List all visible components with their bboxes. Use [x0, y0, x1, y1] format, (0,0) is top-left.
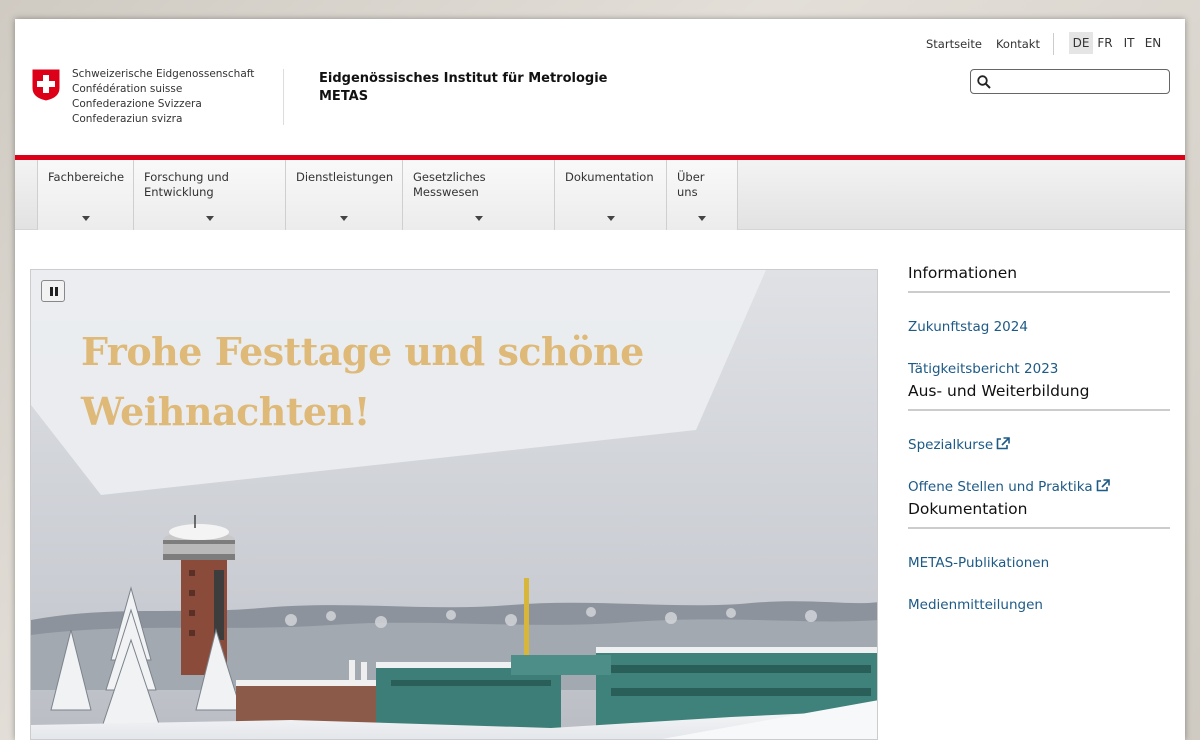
link-zukunftstag[interactable]: Zukunftstag 2024	[908, 306, 1170, 348]
nav-label: Forschung und Entwicklung	[144, 170, 229, 199]
nav-item-fachbereiche[interactable]: Fachbereiche	[37, 160, 133, 230]
link-label: METAS-Publikationen	[908, 555, 1050, 571]
external-link-icon	[996, 437, 1010, 450]
link-label: Medienmitteilungen	[908, 597, 1043, 613]
main-navigation: Fachbereiche Forschung und Entwicklung D…	[15, 160, 1185, 230]
link-label: Spezialkurse	[908, 437, 994, 453]
institute-title[interactable]: Eidgenössisches Institut für Metrologie …	[319, 70, 608, 106]
pause-button[interactable]	[41, 280, 65, 302]
swiss-cross-logo-icon[interactable]	[30, 68, 62, 102]
sidebar-section-informationen: Informationen Zukunftstag 2024 Tätigkeit…	[908, 264, 1170, 390]
section-title: Aus- und Weiterbildung	[908, 382, 1170, 411]
external-link-icon	[1096, 479, 1110, 492]
caret-down-icon	[698, 216, 706, 221]
link-label: Tätigkeitsbericht 2023	[908, 361, 1059, 377]
lang-fr[interactable]: FR	[1093, 32, 1117, 54]
nav-item-ueber-uns[interactable]: Über uns	[666, 160, 738, 230]
search-input[interactable]	[995, 72, 1165, 91]
kontakt-link[interactable]: Kontakt	[996, 37, 1040, 51]
search-icon	[977, 75, 991, 89]
startseite-link[interactable]: Startseite	[926, 37, 982, 51]
caret-down-icon	[81, 216, 90, 221]
link-metas-publikationen[interactable]: METAS-Publikationen	[908, 542, 1170, 584]
nav-item-forschung[interactable]: Forschung und Entwicklung	[133, 160, 285, 230]
lang-de[interactable]: DE	[1069, 32, 1093, 54]
nav-label: Fachbereiche	[48, 170, 125, 184]
link-label: Zukunftstag 2024	[908, 319, 1028, 335]
link-medienmitteilungen[interactable]: Medienmitteilungen	[908, 584, 1170, 626]
header-divider	[283, 69, 284, 125]
nav-item-dokumentation[interactable]: Dokumentation	[554, 160, 666, 230]
lang-it[interactable]: IT	[1117, 32, 1141, 54]
caret-down-icon	[606, 216, 615, 221]
nav-item-dienstleistungen[interactable]: Dienstleistungen	[285, 160, 402, 230]
nav-label: Dienstleistungen	[296, 170, 394, 184]
page: Schweizerische Eidgenossenschaft Confédé…	[15, 19, 1185, 740]
hero-headline: Frohe Festtage und schöne Weihnachten!	[81, 329, 644, 434]
confed-line-de: Schweizerische Eidgenossenschaft	[72, 68, 255, 80]
nav-label: Dokumentation	[565, 170, 654, 184]
institute-abbr: METAS	[319, 89, 369, 104]
link-spezialkurse[interactable]: Spezialkurse	[908, 424, 1170, 466]
caret-down-icon	[474, 216, 483, 221]
confed-line-rm: Confederaziun svizra	[72, 113, 183, 125]
search-box[interactable]	[970, 69, 1170, 94]
lang-en[interactable]: EN	[1141, 32, 1165, 54]
nav-label: Über uns	[677, 170, 705, 199]
caret-down-icon	[340, 216, 348, 221]
institute-name: Eidgenössisches Institut für Metrologie	[319, 71, 608, 86]
sidebar: Informationen Zukunftstag 2024 Tätigkeit…	[908, 264, 1170, 626]
confed-line-it: Confederazione Svizzera	[72, 98, 202, 110]
section-title: Informationen	[908, 264, 1170, 293]
confederation-names[interactable]: Schweizerische Eidgenossenschaft Confédé…	[72, 67, 254, 127]
caret-down-icon	[205, 216, 214, 221]
link-label: Offene Stellen und Praktika	[908, 479, 1093, 495]
sidebar-section-aus-und-weiterbildung: Aus- und Weiterbildung Spezialkurse Offe…	[908, 382, 1170, 508]
nav-label: Gesetzliches Messwesen	[413, 170, 486, 199]
language-divider	[1053, 33, 1054, 55]
nav-item-gesetzliches-messwesen[interactable]: Gesetzliches Messwesen	[402, 160, 554, 230]
confed-line-fr: Confédération suisse	[72, 83, 183, 95]
sidebar-section-dokumentation: Dokumentation METAS-Publikationen Medien…	[908, 500, 1170, 626]
hero-slider[interactable]: Frohe Festtage und schöne Weihnachten!	[30, 269, 878, 740]
meta-navigation: Startseite Kontakt	[926, 37, 1040, 51]
language-switcher: DE FR IT EN	[1069, 32, 1165, 54]
